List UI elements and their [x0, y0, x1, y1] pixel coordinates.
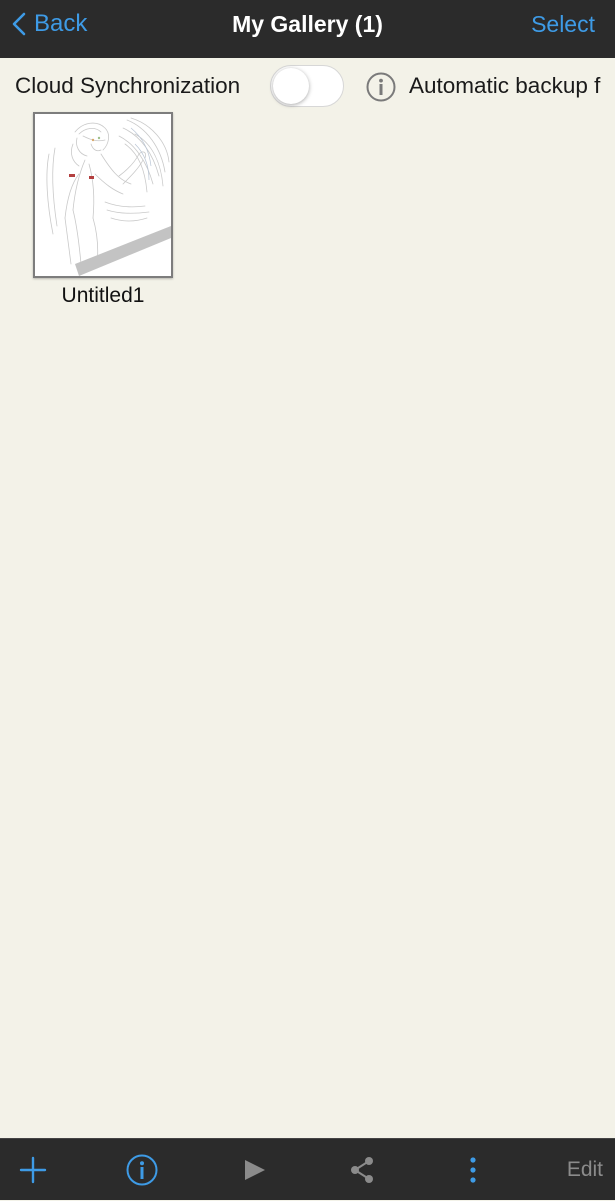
- info-icon: [126, 1154, 158, 1186]
- top-nav-bar: Back My Gallery (1) Select: [0, 0, 615, 58]
- sketch-thumbnail-image: [35, 114, 171, 276]
- share-icon: [351, 1157, 373, 1183]
- add-icon: [19, 1156, 47, 1184]
- toggle-knob: [273, 68, 309, 104]
- cloud-sync-row: Cloud Synchronization Automatic backup f: [0, 58, 615, 116]
- share-button[interactable]: [344, 1139, 380, 1201]
- more-button[interactable]: [458, 1139, 488, 1201]
- info-icon[interactable]: [366, 72, 396, 102]
- bottom-toolbar: Edit: [0, 1138, 615, 1200]
- cloud-sync-description: Automatic backup f: [409, 73, 601, 98]
- chevron-left-icon: [12, 12, 26, 36]
- back-label: Back: [34, 10, 88, 37]
- edit-button[interactable]: Edit: [567, 1139, 603, 1201]
- back-button[interactable]: Back: [12, 0, 87, 48]
- more-vertical-icon: [470, 1157, 476, 1183]
- cloud-sync-label: Cloud Synchronization: [15, 73, 241, 98]
- artwork-thumbnail: [33, 112, 173, 278]
- add-button[interactable]: [14, 1139, 52, 1201]
- gallery-item[interactable]: Untitled1: [33, 112, 173, 308]
- item-title: Untitled1: [61, 284, 145, 307]
- select-button[interactable]: Select: [531, 0, 595, 48]
- cloud-sync-toggle[interactable]: [270, 65, 344, 107]
- play-button[interactable]: [236, 1139, 272, 1201]
- page-title: My Gallery (1): [232, 10, 383, 37]
- play-icon: [245, 1160, 265, 1180]
- info-button[interactable]: [124, 1139, 160, 1201]
